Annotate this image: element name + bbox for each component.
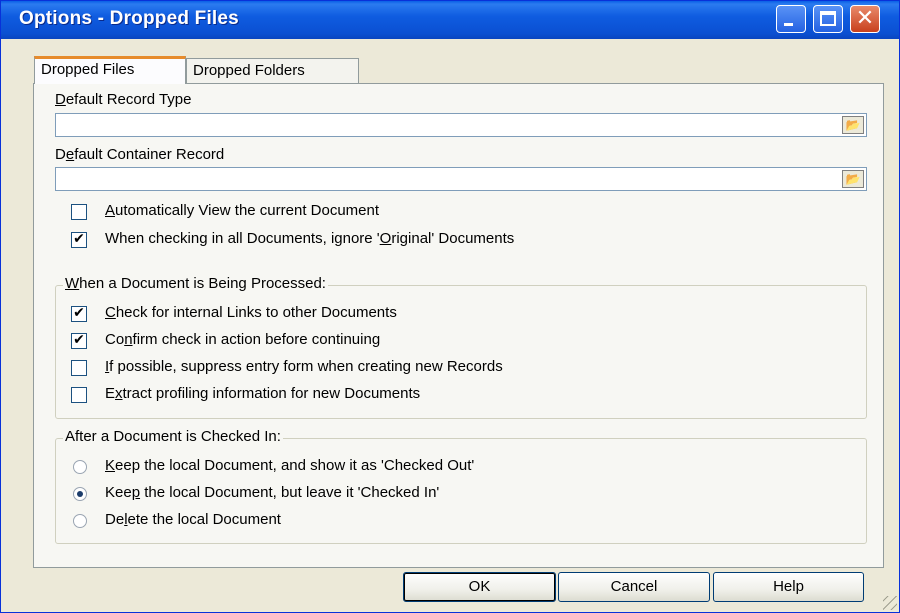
confirm-checkin-checkbox[interactable]: ✔ (71, 332, 87, 349)
tab-dropped-folders[interactable]: Dropped Folders (186, 58, 359, 84)
extract-profiling-label: Extract profiling information for new Do… (105, 385, 421, 402)
maximize-button[interactable] (813, 5, 843, 33)
container-record-browse-button[interactable]: 📂 (842, 170, 864, 188)
options-dialog: Options - Dropped Files ✕ Dropped Files … (0, 0, 900, 613)
resize-grip-icon[interactable] (883, 596, 897, 610)
cancel-button[interactable]: Cancel (558, 572, 710, 602)
title-bar[interactable]: Options - Dropped Files ✕ (1, 1, 899, 39)
radio-selected-dot (77, 491, 83, 497)
ok-button[interactable]: OK (403, 572, 556, 602)
suppress-entry-form-checkbox[interactable] (71, 360, 87, 376)
minimize-icon (784, 23, 793, 26)
suppress-entry-form-label: If possible, suppress entry form when cr… (105, 358, 503, 375)
delete-local-radio[interactable] (73, 514, 87, 528)
keep-checked-out-radio[interactable] (73, 460, 87, 474)
extract-profiling-checkbox[interactable] (71, 387, 87, 403)
confirm-checkin-label: Confirm check in action before continuin… (105, 331, 381, 348)
keep-checked-in-radio[interactable] (73, 487, 87, 501)
record-type-field[interactable]: 📂 (55, 113, 867, 137)
record-type-browse-button[interactable]: 📂 (842, 116, 864, 134)
container-record-field[interactable]: 📂 (55, 167, 867, 191)
checkmark-icon: ✔ (73, 305, 85, 321)
auto-view-checkbox[interactable] (71, 204, 87, 220)
internal-links-label: Check for internal Links to other Docume… (105, 304, 397, 321)
close-button[interactable]: ✕ (850, 5, 880, 33)
checkmark-icon: ✔ (73, 231, 85, 247)
tab-dropped-files[interactable]: Dropped Files (34, 56, 186, 84)
container-record-label: Default Container Record (55, 146, 225, 163)
ignore-original-checkbox[interactable]: ✔ (71, 231, 87, 248)
maximize-icon (820, 11, 836, 26)
checked-in-legend: After a Document is Checked In: (63, 428, 283, 445)
internal-links-checkbox[interactable]: ✔ (71, 305, 87, 322)
ignore-original-label: When checking in all Documents, ignore '… (105, 230, 515, 247)
minimize-button[interactable] (776, 5, 806, 33)
close-icon: ✕ (855, 6, 875, 31)
record-type-label: Default Record Type (55, 91, 192, 108)
processing-legend: When a Document is Being Processed: (63, 275, 328, 292)
window-title: Options - Dropped Files (19, 8, 239, 29)
keep-checked-out-label: Keep the local Document, and show it as … (105, 457, 475, 474)
help-button[interactable]: Help (713, 572, 864, 602)
delete-local-label: Delete the local Document (105, 511, 281, 528)
auto-view-label: Automatically View the current Document (105, 202, 380, 219)
folder-icon: 📂 (845, 118, 861, 132)
keep-checked-in-label: Keep the local Document, but leave it 'C… (105, 484, 440, 501)
checkmark-icon: ✔ (73, 332, 85, 348)
folder-icon: 📂 (845, 172, 861, 186)
